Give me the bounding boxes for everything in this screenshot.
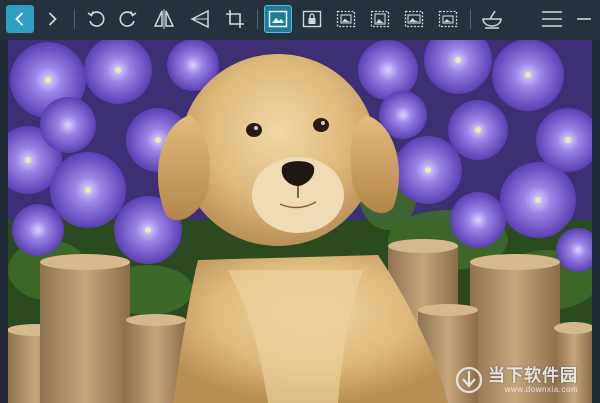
image-frame-icon [268, 10, 288, 28]
rotate-left-button[interactable] [82, 5, 110, 33]
rotate-cw-icon [119, 11, 137, 27]
image-dashed-icon [404, 10, 424, 28]
toolbar-separator [74, 9, 75, 29]
image-mode-1-button[interactable] [264, 5, 292, 33]
image-lock-icon [302, 10, 322, 28]
crop-button[interactable] [221, 5, 249, 33]
hamburger-menu-icon [542, 11, 562, 27]
minimize-button[interactable] [570, 5, 598, 33]
image-mode-3-button[interactable] [332, 5, 360, 33]
chevron-left-icon [15, 12, 24, 26]
watermark: 当下软件园 www.downxia.com [454, 365, 578, 395]
image-dashed-icon [370, 10, 390, 28]
image-dashed-icon [438, 10, 458, 28]
image-canvas[interactable]: 当下软件园 www.downxia.com [8, 40, 592, 403]
rotate-right-button[interactable] [114, 5, 142, 33]
flip-vertical-button[interactable] [186, 5, 214, 33]
image-viewer-window: 当下软件园 www.downxia.com [0, 0, 600, 403]
toolbar-separator [470, 9, 471, 29]
chevron-right-icon [48, 12, 57, 26]
previous-button[interactable] [6, 5, 34, 33]
minimize-icon [577, 18, 591, 20]
downxia-logo-icon [455, 366, 483, 394]
image-lock-button[interactable] [298, 5, 326, 33]
menu-button[interactable] [538, 5, 566, 33]
crop-icon [226, 10, 244, 28]
rotate-ccw-icon [87, 11, 105, 27]
puppy-photo [8, 40, 592, 403]
next-button[interactable] [38, 5, 66, 33]
image-mode-5-button[interactable] [400, 5, 428, 33]
watermark-title: 当下软件园 [488, 365, 578, 385]
flip-horizontal-button[interactable] [150, 5, 178, 33]
toolbar-separator [257, 9, 258, 29]
flip-horizontal-icon [153, 9, 175, 29]
toolbar [0, 0, 600, 40]
image-mode-4-button[interactable] [366, 5, 394, 33]
watermark-url: www.downxia.com [504, 384, 578, 394]
image-mode-6-button[interactable] [434, 5, 462, 33]
clean-button[interactable] [478, 5, 506, 33]
bowl-icon [482, 10, 502, 29]
flip-vertical-icon [190, 9, 209, 29]
image-dashed-icon [336, 10, 356, 28]
